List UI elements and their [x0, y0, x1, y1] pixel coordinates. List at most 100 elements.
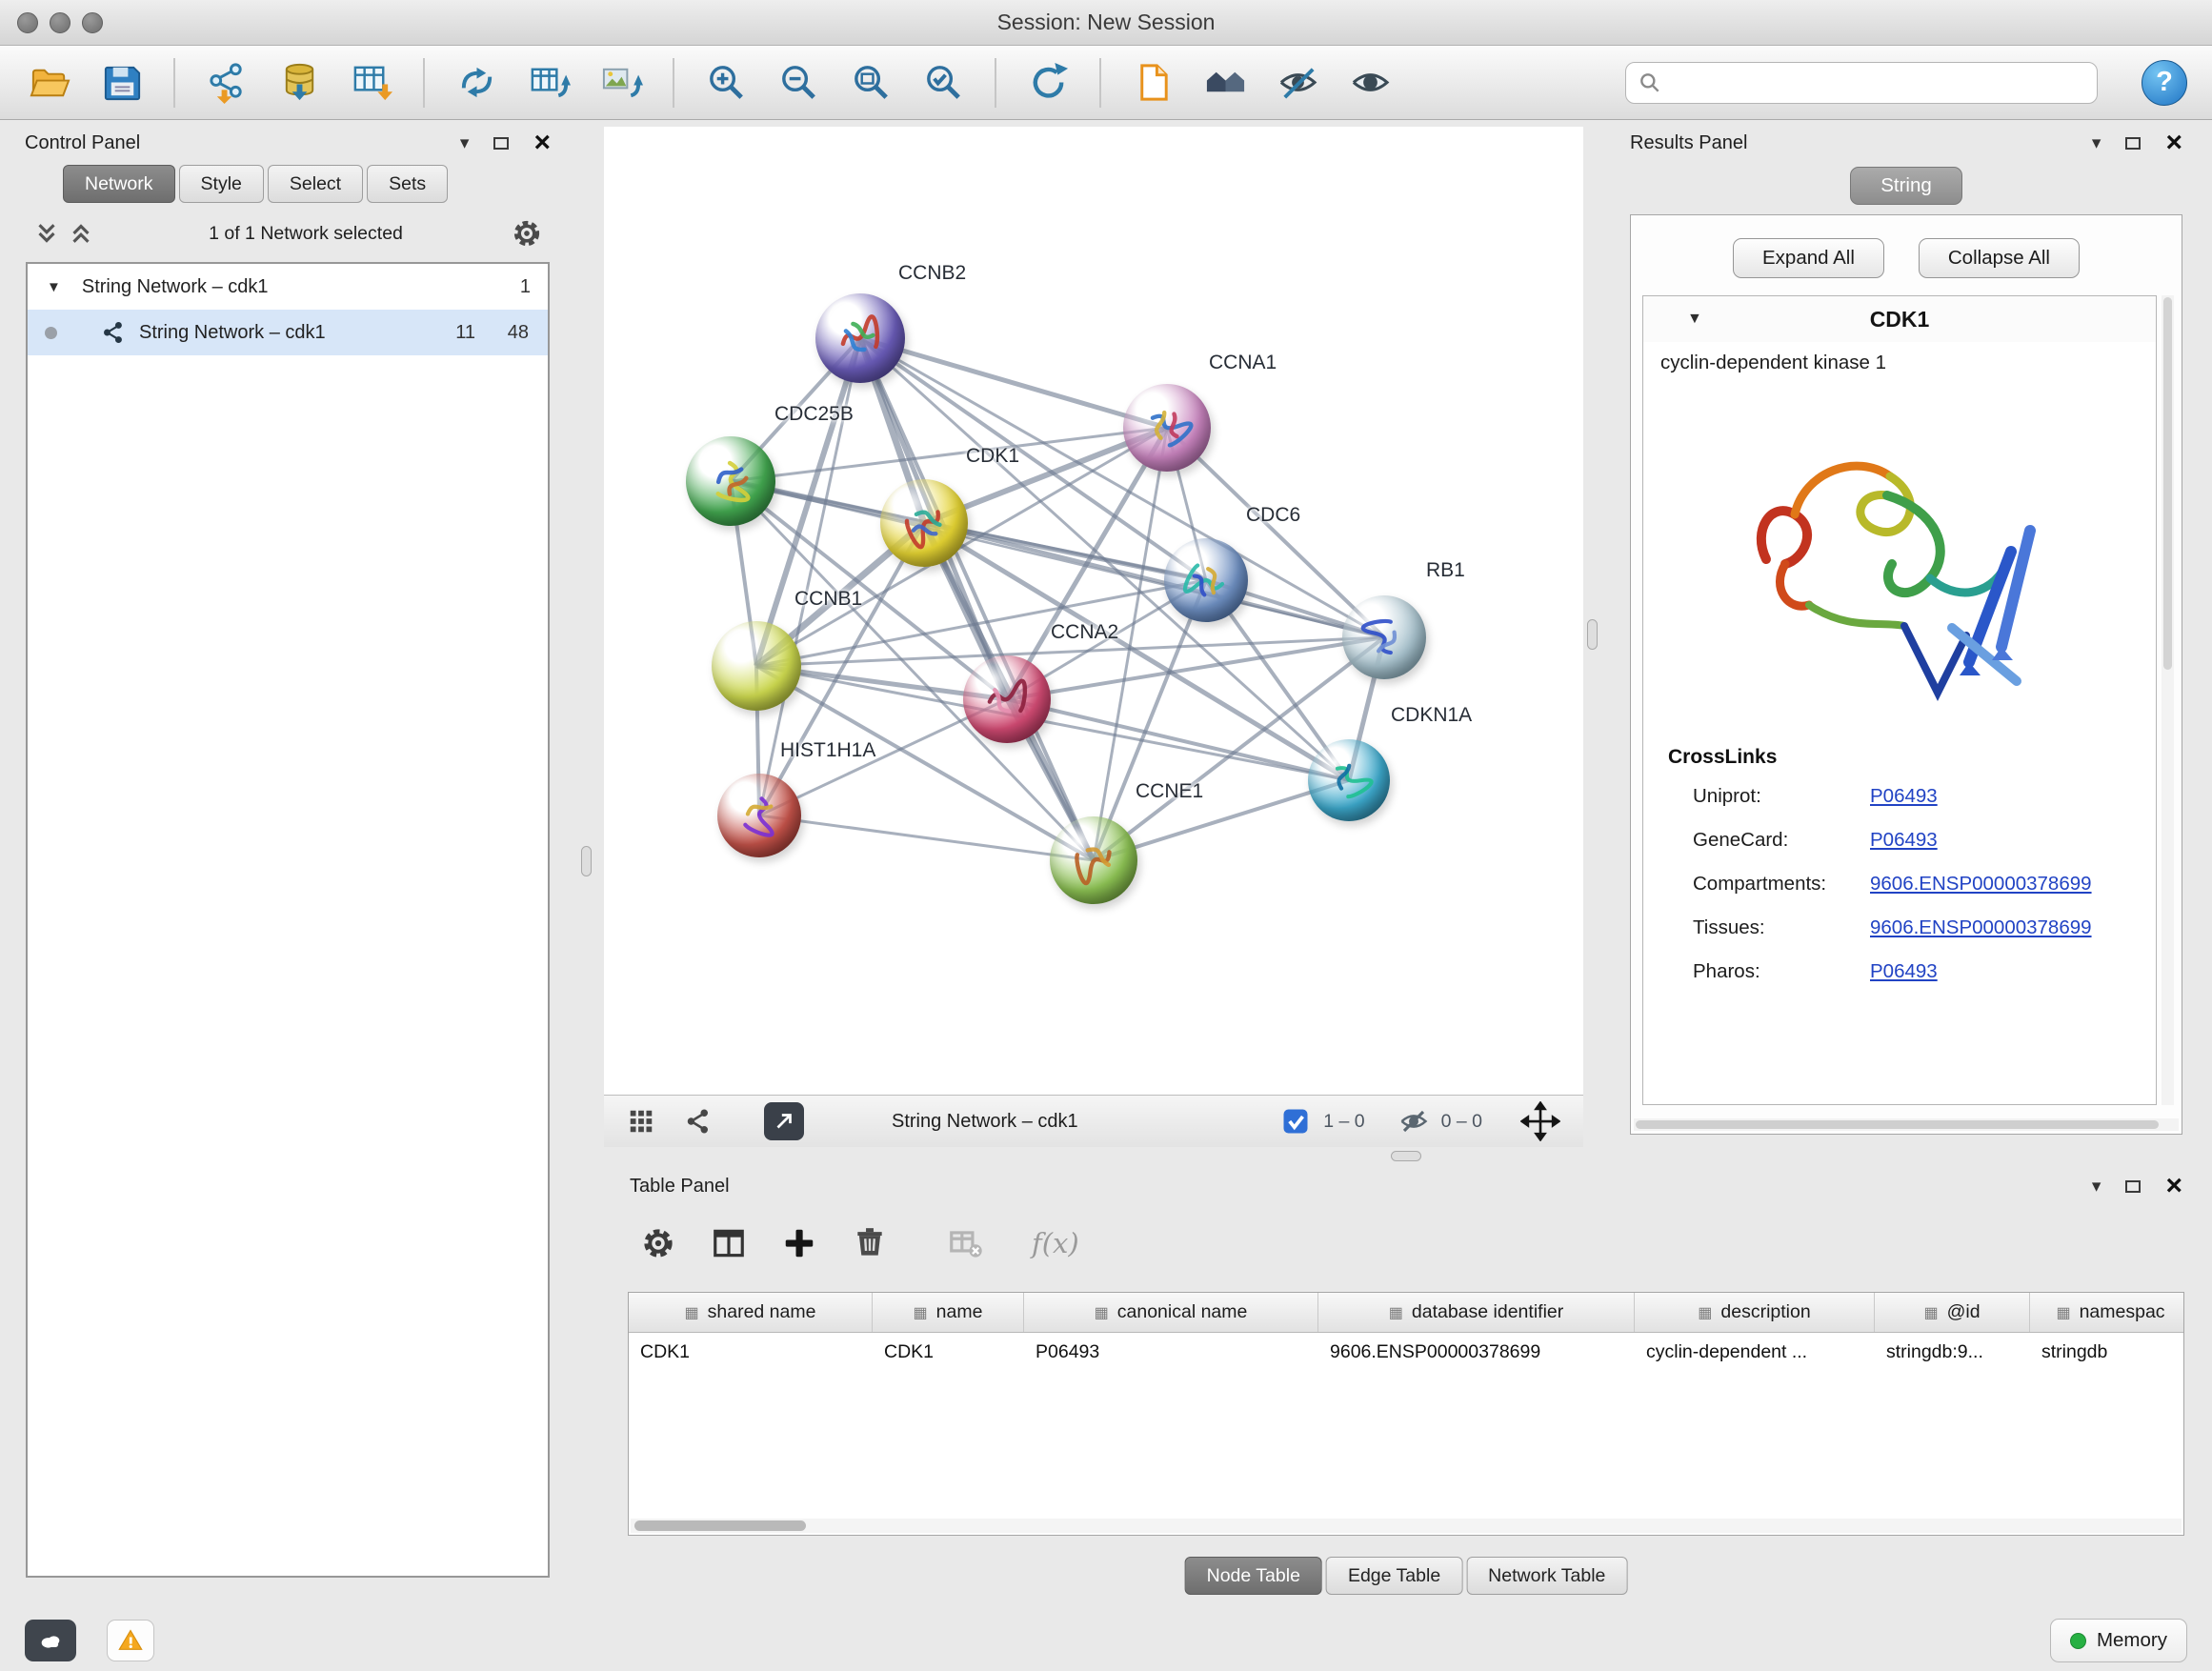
panel-float-icon[interactable] — [2125, 137, 2141, 150]
table-cell[interactable]: 9606.ENSP00000378699 — [1318, 1341, 1635, 1363]
network-canvas[interactable]: CCNB2CCNA1CDC25BCDK1CDC6RB1CCNB1CCNA2CDK… — [604, 127, 1583, 1095]
network-node-ccne1[interactable] — [1050, 816, 1137, 904]
panel-float-icon[interactable] — [2125, 1180, 2141, 1193]
table-cell[interactable]: P06493 — [1024, 1341, 1318, 1363]
column-header-id[interactable]: ▦@id — [1875, 1293, 2030, 1332]
crosslink-link[interactable]: P06493 — [1870, 785, 1938, 808]
network-from-table-button[interactable] — [524, 58, 573, 108]
splitter-handle-bottom[interactable] — [1391, 1151, 1421, 1161]
tab-network[interactable]: Network — [63, 165, 175, 203]
delete-column-button[interactable] — [849, 1222, 891, 1264]
tree-expand-triangle-icon[interactable]: ▼ — [47, 279, 61, 295]
birdseye-toggle-button[interactable] — [1200, 58, 1250, 108]
panel-close-icon[interactable]: × — [2165, 131, 2182, 154]
add-column-button[interactable] — [778, 1222, 820, 1264]
report-button[interactable] — [1128, 58, 1177, 108]
table-cell[interactable]: cyclin-dependent ... — [1635, 1341, 1875, 1363]
search-box[interactable] — [1625, 62, 2098, 104]
network-node-hist1h1a[interactable] — [717, 774, 801, 857]
table-cell[interactable]: stringdb — [2030, 1341, 2184, 1363]
column-header-canonical-name[interactable]: ▦canonical name — [1024, 1293, 1318, 1332]
network-node-cdk1[interactable] — [880, 479, 968, 567]
network-node-cdc25b[interactable] — [686, 436, 775, 526]
grid-view-icon[interactable] — [627, 1107, 655, 1136]
panel-close-icon[interactable]: × — [533, 131, 551, 154]
apply-layout-button[interactable] — [452, 58, 501, 108]
table-cell[interactable]: CDK1 — [629, 1341, 873, 1363]
show-view-button[interactable] — [1345, 58, 1395, 108]
tab-node-table[interactable]: Node Table — [1185, 1557, 1322, 1595]
gear-icon[interactable] — [511, 217, 543, 250]
table-settings-button[interactable] — [637, 1222, 679, 1264]
network-node-cdkn1a[interactable] — [1308, 739, 1390, 821]
table-row[interactable]: CDK1CDK1P064939606.ENSP00000378699cyclin… — [629, 1333, 2183, 1371]
tab-edge-table[interactable]: Edge Table — [1326, 1557, 1462, 1595]
help-button[interactable]: ? — [2142, 60, 2187, 106]
show-columns-button[interactable] — [708, 1222, 750, 1264]
tab-string[interactable]: String — [1850, 167, 1962, 205]
column-header-database-identifier[interactable]: ▦database identifier — [1318, 1293, 1635, 1332]
panel-float-icon[interactable] — [493, 137, 509, 150]
splitter-handle-left[interactable] — [581, 846, 592, 876]
gene-header[interactable]: ▼ CDK1 — [1643, 296, 2156, 342]
tab-style[interactable]: Style — [179, 165, 264, 203]
network-node-ccnb1[interactable] — [712, 621, 801, 711]
hide-annotations-button[interactable] — [1273, 58, 1322, 108]
crosslink-link[interactable]: 9606.ENSP00000378699 — [1870, 873, 2092, 896]
panel-close-icon[interactable]: × — [2165, 1175, 2182, 1198]
column-header-name[interactable]: ▦name — [873, 1293, 1024, 1332]
window-zoom-button[interactable] — [82, 12, 103, 33]
refresh-button[interactable] — [1023, 58, 1073, 108]
selected-checkbox-icon[interactable] — [1281, 1107, 1310, 1136]
open-session-button[interactable] — [25, 58, 74, 108]
column-header-shared-name[interactable]: ▦shared name — [629, 1293, 873, 1332]
column-header-namespac[interactable]: ▦namespac — [2030, 1293, 2184, 1332]
window-minimize-button[interactable] — [50, 12, 70, 33]
window-close-button[interactable] — [17, 12, 38, 33]
save-session-button[interactable] — [97, 58, 147, 108]
tree-collection-row[interactable]: ▼ String Network – cdk1 1 — [28, 264, 548, 310]
tab-sets[interactable]: Sets — [367, 165, 448, 203]
panel-menu-icon[interactable]: ▾ — [2092, 1178, 2101, 1196]
crosslink-link[interactable]: 9606.ENSP00000378699 — [1870, 916, 2092, 939]
expand-all-icon[interactable] — [67, 219, 95, 248]
network-node-ccnb2[interactable] — [815, 293, 905, 383]
zoom-fit-button[interactable] — [846, 58, 895, 108]
table-horizontal-scrollbar[interactable] — [631, 1519, 2182, 1533]
pan-crosshair-icon[interactable] — [1520, 1101, 1560, 1141]
tab-select[interactable]: Select — [268, 165, 363, 203]
crosslink-link[interactable]: P06493 — [1870, 960, 1938, 983]
expand-all-button[interactable]: Expand All — [1733, 238, 1884, 278]
import-network-database-button[interactable] — [274, 58, 324, 108]
hidden-eye-icon[interactable] — [1399, 1107, 1428, 1136]
network-node-cdc6[interactable] — [1164, 538, 1248, 622]
zoom-selected-button[interactable] — [918, 58, 968, 108]
import-network-file-button[interactable] — [202, 58, 251, 108]
zoom-in-button[interactable] — [701, 58, 751, 108]
vertical-scrollbar[interactable] — [2162, 295, 2174, 1105]
function-builder-button[interactable]: f(x) — [1032, 1227, 1079, 1259]
table-cell[interactable]: CDK1 — [873, 1341, 1024, 1363]
collapse-triangle-icon[interactable]: ▼ — [1687, 311, 1702, 328]
import-table-button[interactable] — [347, 58, 396, 108]
collapse-all-button[interactable]: Collapse All — [1919, 238, 2080, 278]
tab-network-table[interactable]: Network Table — [1466, 1557, 1627, 1595]
cloud-button[interactable] — [25, 1620, 76, 1661]
zoom-out-button[interactable] — [774, 58, 823, 108]
birdseye-view-button[interactable] — [764, 1102, 804, 1140]
table-cell[interactable]: stringdb:9... — [1875, 1341, 2030, 1363]
crosslink-link[interactable]: P06493 — [1870, 829, 1938, 852]
network-node-rb1[interactable] — [1342, 595, 1426, 679]
panel-menu-icon[interactable]: ▾ — [460, 134, 470, 152]
splitter-handle-right[interactable] — [1587, 619, 1598, 650]
export-image-button[interactable] — [596, 58, 646, 108]
panel-menu-icon[interactable]: ▾ — [2092, 134, 2101, 152]
network-node-ccna1[interactable] — [1123, 384, 1211, 472]
horizontal-scrollbar[interactable] — [1634, 1118, 2179, 1131]
search-input[interactable] — [1670, 71, 2085, 93]
collapse-all-icon[interactable] — [32, 219, 61, 248]
network-share-icon[interactable] — [684, 1107, 713, 1136]
warnings-button[interactable] — [107, 1620, 154, 1661]
tree-network-row-selected[interactable]: String Network – cdk1 11 48 — [28, 310, 548, 355]
memory-button[interactable]: Memory — [2050, 1619, 2187, 1662]
